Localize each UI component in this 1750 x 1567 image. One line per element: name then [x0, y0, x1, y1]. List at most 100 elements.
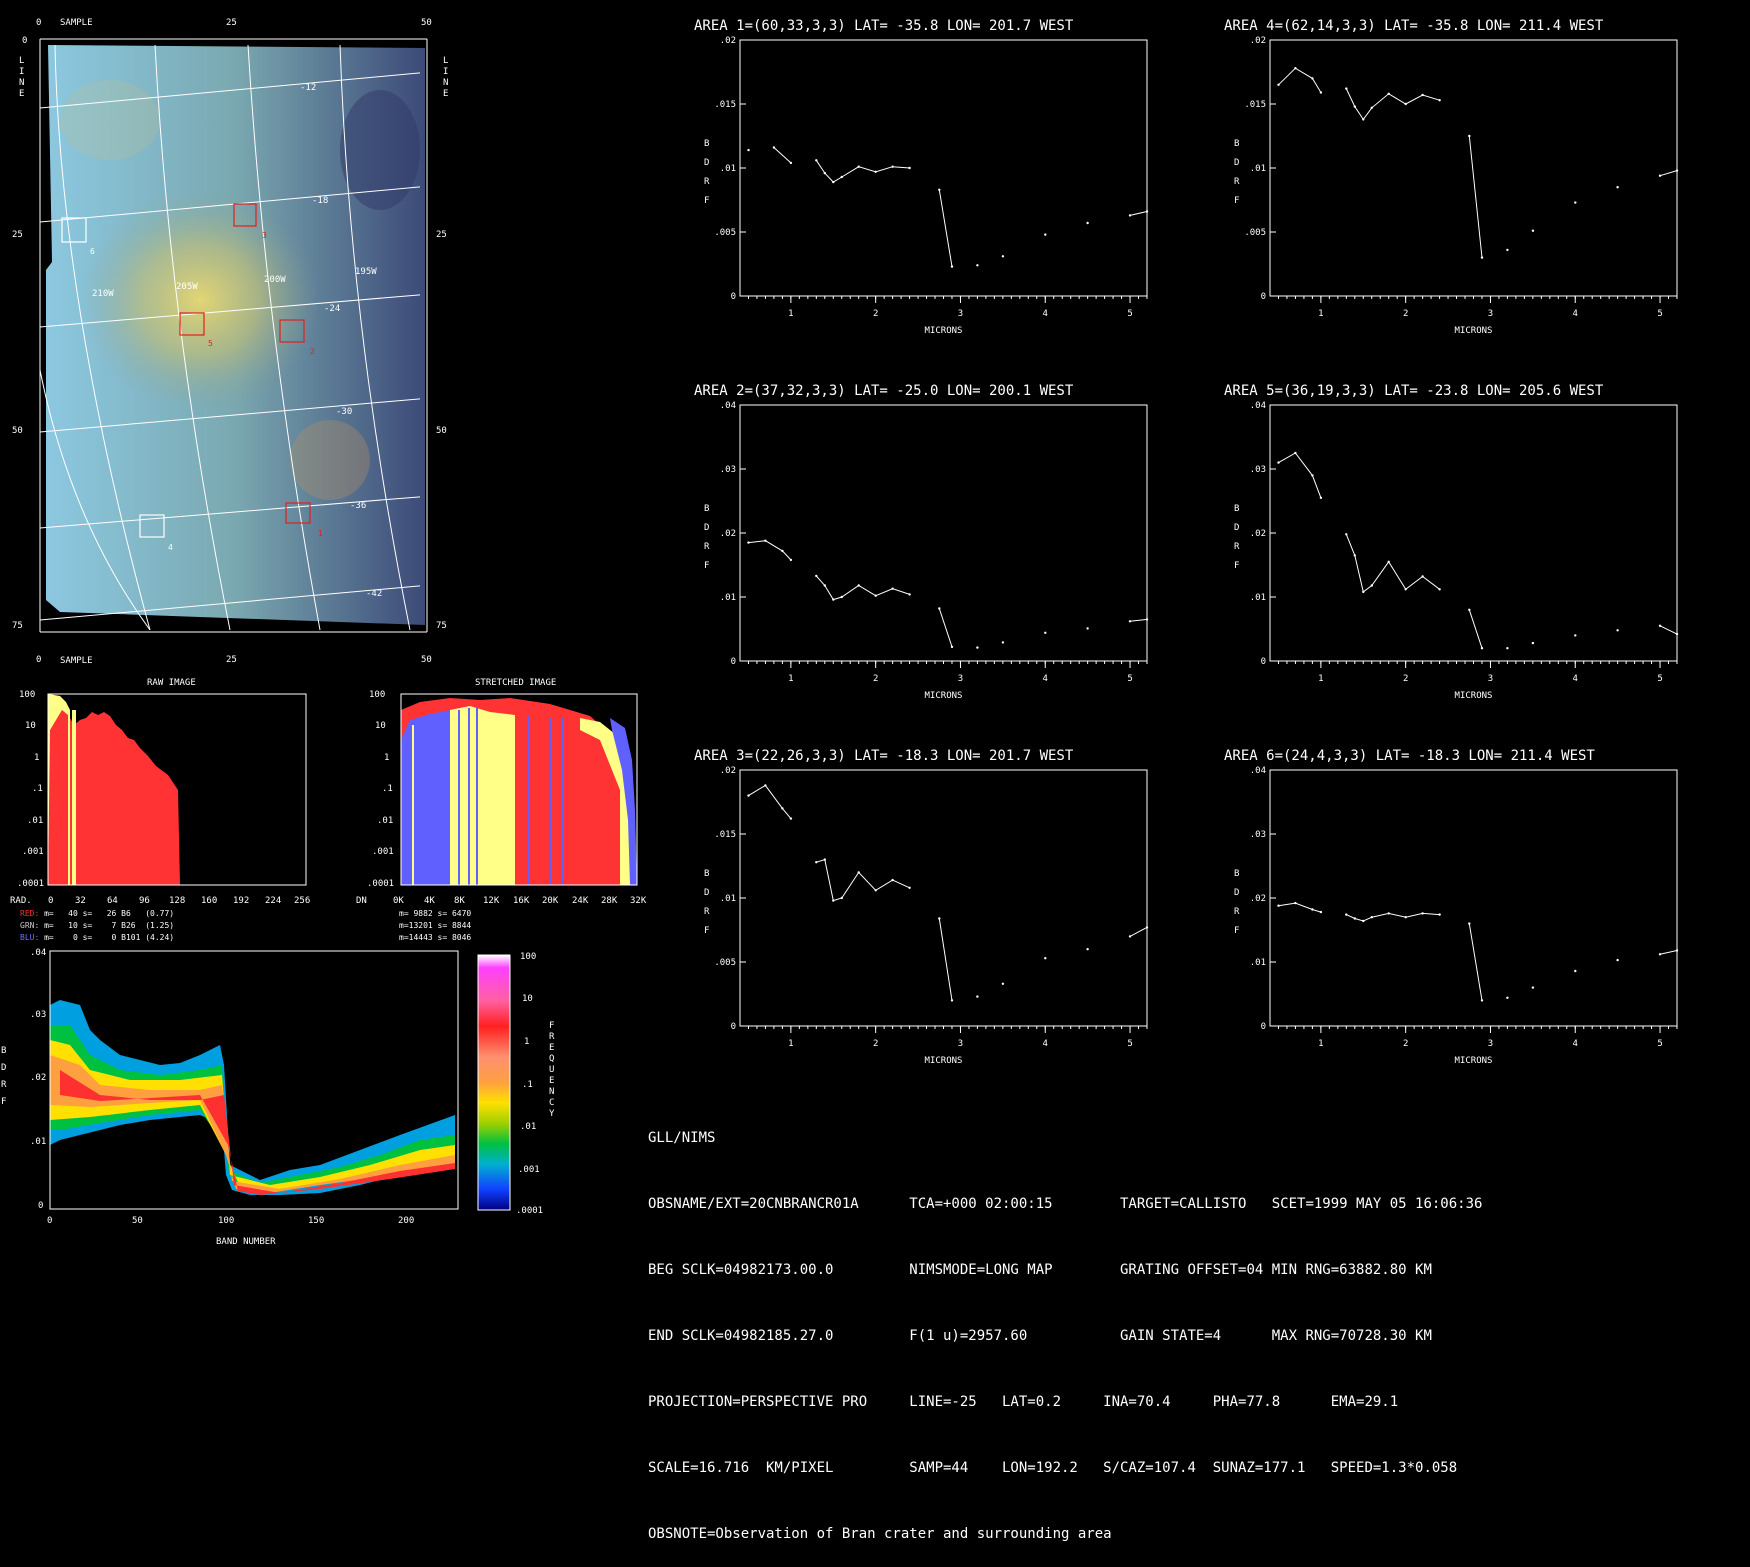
y-tick-label: 0: [38, 1201, 43, 1211]
spectrum-line: [1278, 452, 1678, 649]
y-tick-label: 0: [731, 1022, 736, 1032]
stat-text: m= 10 s= 7 B26 (1.25): [39, 921, 174, 930]
x-tick-label: 8K: [454, 896, 465, 906]
x-tick-label: 4K: [424, 896, 435, 906]
info-line: END SCLK=04982185.27.0 F(1 u)=2957.60 GA…: [648, 1328, 1432, 1344]
spectrum-chart-1: AREA 1=(60,33,3,3) LAT= -35.8 LON= 201.7…: [694, 18, 1149, 336]
y-axis-label-letter: B: [1234, 869, 1239, 879]
area-box-label: 3: [262, 231, 267, 240]
x-tick-label: 1: [1318, 1039, 1323, 1049]
stat-text: m= 9882 s= 6470: [399, 909, 471, 918]
data-point: [1086, 221, 1089, 225]
y-tick-label: .01: [30, 1137, 46, 1147]
lon-label: 200W: [264, 275, 286, 285]
line-side-label-right: LINE: [443, 56, 449, 99]
x-tick-label: 25: [226, 655, 237, 665]
y-tick-label: .1: [32, 784, 43, 794]
x-tick-label: 16K: [513, 896, 530, 906]
x-tick-label: 1: [788, 674, 793, 684]
y-tick-label: 100: [369, 690, 385, 700]
x-tick-label: 2: [1403, 674, 1408, 684]
data-point: [1616, 958, 1619, 962]
plot-frame: [1269, 39, 1678, 297]
lat-label: -18: [312, 196, 328, 206]
y-axis-label-letter: B: [704, 869, 709, 879]
y-axis-label-letter: R: [1234, 177, 1240, 187]
raw-hist-y-ticks: 100 10 1 .1 .01 .001 .0001: [17, 690, 44, 889]
x-tick-label: 200: [398, 1216, 414, 1226]
colorbar-tick: .0001: [516, 1206, 543, 1216]
y-axis-label-letter: B: [1234, 139, 1239, 149]
plot-frame: [739, 39, 1148, 297]
y-tick-label: .02: [720, 36, 736, 46]
y-tick-label: .005: [714, 958, 736, 968]
y-tick-label: 0: [1261, 657, 1266, 667]
y-tick-label: 0: [731, 657, 736, 667]
info-line: OBSNOTE=Observation of Bran crater and s…: [648, 1526, 1112, 1542]
plot-frame: [739, 769, 1148, 1027]
y-tick-label: .015: [714, 830, 736, 840]
spectrum-line: [1278, 67, 1678, 258]
spectrum-chart-5: AREA 3=(22,26,3,3) LAT= -18.3 LON= 201.7…: [694, 748, 1149, 1066]
lat-label: -30: [336, 407, 352, 417]
x-tick-label: 2: [1403, 1039, 1408, 1049]
colorbar-tick: .01: [520, 1122, 536, 1132]
y-tick-label: .001: [22, 847, 44, 857]
area-box-label: 5: [208, 339, 213, 348]
planet-image: [46, 45, 425, 625]
data-point: [1044, 957, 1047, 960]
colorbar-tick: .1: [522, 1080, 533, 1090]
spectrum-chart-3: AREA 2=(37,32,3,3) LAT= -25.0 LON= 200.1…: [694, 383, 1149, 701]
x-tick-label: 192: [233, 896, 249, 906]
x-tick-label: 0: [48, 896, 53, 906]
area-box-label: 6: [90, 247, 95, 256]
line-side-label-left: LINE: [19, 56, 25, 99]
data-point: [1531, 986, 1535, 989]
spectrum-series: [747, 146, 1149, 268]
x-tick-label: 32: [75, 896, 86, 906]
chart-title: AREA 3=(22,26,3,3) LAT= -18.3 LON= 201.7…: [694, 748, 1074, 764]
stretched-histogram: STRETCHED IMAGE 100 10 1 .1 .01 .001 .00…: [356, 678, 647, 942]
x-tick-label: 0: [36, 18, 41, 28]
y-axis-label-letter: B: [1234, 504, 1239, 514]
y-tick-label: .02: [30, 1073, 46, 1083]
x-tick-label: 5: [1127, 1039, 1132, 1049]
stat-text: m= 40 s= 26 B6 (0.77): [39, 909, 174, 918]
y-tick-label: 100: [19, 690, 35, 700]
y-tick-label: 75: [436, 621, 447, 631]
y-tick-label: .02: [720, 766, 736, 776]
spectrum-line: [773, 147, 1148, 267]
y-axis-label-letter: F: [704, 196, 709, 206]
sample-bottom-label: SAMPLE: [60, 656, 93, 666]
y-tick-label: 25: [436, 230, 447, 240]
data-point: [1616, 629, 1619, 632]
y-axis-label-letter: R: [1234, 907, 1240, 917]
y-axis-label-letter: D: [1234, 158, 1239, 168]
spectrum-series: [747, 784, 1149, 1002]
y-tick-label: .01: [377, 816, 393, 826]
chart-title: AREA 4=(62,14,3,3) LAT= -35.8 LON= 211.4…: [1224, 18, 1604, 34]
y-tick-label: 0: [22, 36, 27, 46]
stretched-hist-y-ticks: 100 10 1 .1 .01 .001 .0001: [367, 690, 394, 889]
stat-label: GRN:: [20, 921, 39, 930]
spectrum-chart-4: AREA 5=(36,19,3,3) LAT= -23.8 LON= 205.6…: [1224, 383, 1679, 701]
x-tick-label: 1: [788, 1039, 793, 1049]
x-tick-label: 2: [873, 1039, 878, 1049]
raw-hist-stats: RED: m= 40 s= 26 B6 (0.77) GRN: m= 10 s=…: [20, 909, 174, 942]
x-tick-label: 4: [1043, 674, 1048, 684]
x-tick-label: 50: [132, 1216, 143, 1226]
svg-text:GRN: m= 10 s= 7 B26 (1.2: GRN: m= 10 s= 7 B26 (1.25): [20, 921, 174, 930]
y-tick-label: .03: [1250, 830, 1266, 840]
lat-label: -36: [350, 501, 366, 511]
x-tick-label: 5: [1657, 309, 1662, 319]
x-tick-label: 224: [265, 896, 281, 906]
data-point: [1506, 996, 1509, 999]
spectrum-chart-6: AREA 6=(24,4,3,3) LAT= -18.3 LON= 211.4 …: [1224, 748, 1679, 1066]
spectrum-chart-2: AREA 4=(62,14,3,3) LAT= -35.8 LON= 211.4…: [1224, 18, 1679, 336]
chart-title: AREA 6=(24,4,3,3) LAT= -18.3 LON= 211.4 …: [1224, 748, 1595, 764]
info-line: GLL/NIMS: [648, 1130, 716, 1146]
x-tick-label: 64: [107, 896, 118, 906]
spectrum-series: [1277, 901, 1679, 1002]
y-axis-label-letter: R: [704, 907, 710, 917]
y-tick-label: 50: [436, 426, 447, 436]
